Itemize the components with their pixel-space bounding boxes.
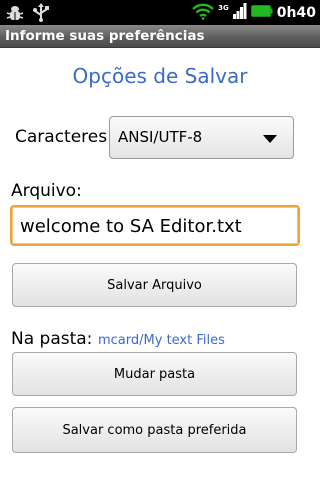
filename-field[interactable] [10,205,300,246]
folder-label: Na pasta: [11,329,93,349]
charset-label: Caracteres: [15,127,113,147]
status-bar: 3G 0h40 [0,0,320,25]
notification-icons [6,3,50,26]
network-type: 3G [218,4,229,12]
filename-input[interactable] [20,213,290,239]
battery-icon [250,2,273,24]
window-title: Informe suas preferências [5,28,205,44]
usb-icon [32,3,50,26]
file-label: Arquivo: [11,181,82,201]
charset-value: ANSI/UTF-8 [118,128,203,146]
clock: 0h40 [276,5,316,21]
charset-spinner[interactable]: ANSI/UTF-8 [109,116,294,159]
save-preferred-folder-button[interactable]: Salvar como pasta preferida [12,407,297,453]
change-folder-button[interactable]: Mudar pasta [12,352,297,396]
chevron-down-icon [263,135,277,143]
bug-icon [6,4,24,26]
wifi-icon [192,2,215,24]
signal-icon [232,2,247,24]
folder-path: mcard/My text Files [98,333,225,348]
status-icons: 3G 0h40 [192,2,316,24]
save-file-button[interactable]: Salvar Arquivo [12,263,297,307]
page-title: Opções de Salvar [72,64,248,88]
title-bar: Informe suas preferências [0,25,320,48]
